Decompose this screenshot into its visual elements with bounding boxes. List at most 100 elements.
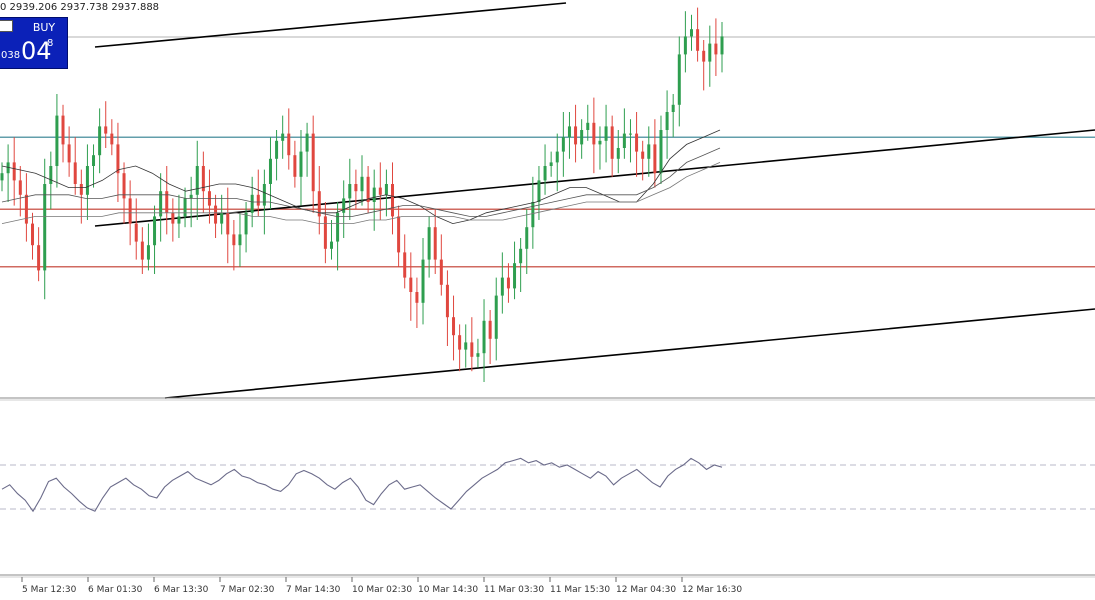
candle-body bbox=[708, 43, 712, 62]
candle-body bbox=[391, 184, 395, 217]
candle-body bbox=[360, 176, 364, 192]
candle-body bbox=[421, 259, 425, 303]
candle-body bbox=[452, 317, 456, 336]
candle-body bbox=[714, 43, 718, 55]
x-tick-label: 10 Mar 02:30 bbox=[352, 585, 413, 595]
x-tick-label: 12 Mar 16:30 bbox=[682, 585, 743, 595]
candle-body bbox=[506, 277, 510, 289]
candle-body bbox=[31, 223, 35, 246]
candle-body bbox=[610, 126, 614, 159]
candle-body bbox=[702, 50, 706, 62]
candle-body bbox=[525, 227, 529, 249]
candle-body bbox=[98, 126, 102, 156]
candle-body bbox=[519, 248, 523, 264]
candle-body bbox=[720, 36, 724, 55]
candle-body bbox=[622, 133, 626, 148]
x-tick-label: 11 Mar 15:30 bbox=[550, 585, 611, 595]
candle-body bbox=[409, 277, 413, 292]
candle-body bbox=[635, 133, 639, 152]
candle-body bbox=[354, 184, 358, 192]
candle-body bbox=[116, 144, 120, 174]
candle-body bbox=[281, 133, 285, 141]
candle-body bbox=[43, 184, 47, 271]
x-tick-label: 11 Mar 03:30 bbox=[484, 585, 545, 595]
candle-body bbox=[238, 234, 242, 246]
candle-body bbox=[226, 212, 230, 235]
chart-canvas[interactable] bbox=[0, 0, 1095, 600]
candle-body bbox=[543, 166, 547, 181]
candle-body bbox=[616, 148, 620, 159]
candle-body bbox=[268, 158, 272, 184]
candle-body bbox=[232, 234, 236, 246]
candle-body bbox=[464, 342, 468, 350]
sell-button-stub[interactable] bbox=[0, 20, 13, 32]
candle-body bbox=[79, 184, 83, 195]
one-click-trade-panel: BUY 038 04 8 bbox=[0, 17, 68, 69]
candle-body bbox=[586, 122, 590, 130]
candle-body bbox=[592, 122, 596, 145]
candle-body bbox=[427, 227, 431, 260]
candle-body bbox=[348, 184, 352, 199]
candle-body bbox=[403, 252, 407, 278]
candle-body bbox=[378, 187, 382, 195]
candle-body bbox=[67, 144, 71, 163]
candle-body bbox=[18, 180, 22, 195]
candle-body bbox=[189, 194, 193, 199]
candle-body bbox=[482, 320, 486, 354]
candle-body bbox=[470, 342, 474, 357]
candle-body bbox=[696, 29, 700, 51]
candle-body bbox=[653, 144, 657, 174]
buy-button[interactable]: BUY bbox=[23, 19, 65, 36]
candle-body bbox=[256, 194, 260, 206]
x-tick-label: 6 Mar 01:30 bbox=[88, 585, 143, 595]
candle-body bbox=[12, 162, 16, 181]
upper-channel-trendline bbox=[94, 2, 567, 48]
candle-body bbox=[336, 212, 340, 242]
candle-body bbox=[500, 277, 504, 296]
candle-body bbox=[171, 212, 175, 224]
candle-body bbox=[311, 133, 315, 192]
price-superscript: 8 bbox=[47, 38, 54, 49]
candle-body bbox=[641, 151, 645, 159]
candle-body bbox=[372, 187, 376, 202]
candle-body bbox=[445, 284, 449, 318]
candle-body bbox=[61, 115, 65, 145]
candle-body bbox=[85, 166, 89, 195]
candle-body bbox=[153, 216, 157, 246]
candle-body bbox=[598, 140, 602, 145]
candle-body bbox=[683, 36, 687, 55]
candle-body bbox=[555, 151, 559, 163]
candle-body bbox=[513, 263, 517, 289]
candle-body bbox=[561, 137, 565, 152]
candle-body bbox=[73, 162, 77, 184]
candle-body bbox=[24, 194, 28, 224]
candle-body bbox=[659, 130, 663, 174]
candle-body bbox=[494, 295, 498, 339]
candle-body bbox=[140, 241, 144, 260]
ohlc-readout: 0 2939.206 2937.738 2937.888 bbox=[0, 2, 160, 13]
x-tick-label: 10 Mar 14:30 bbox=[418, 585, 479, 595]
rsi-line bbox=[1, 457, 723, 513]
x-tick-label: 5 Mar 12:30 bbox=[22, 585, 77, 595]
candle-body bbox=[220, 212, 224, 224]
candle-body bbox=[458, 335, 462, 350]
candle-body bbox=[574, 126, 578, 145]
candle-body bbox=[110, 133, 114, 145]
candle-body bbox=[329, 241, 333, 249]
candle-body bbox=[55, 115, 59, 166]
price-panel bbox=[0, 2, 1095, 399]
candle-body bbox=[305, 133, 309, 152]
candle-body bbox=[677, 54, 681, 105]
candle-body bbox=[287, 133, 291, 156]
candle-body bbox=[628, 133, 632, 135]
candle-body bbox=[177, 216, 181, 224]
candle-body bbox=[342, 198, 346, 213]
candle-body bbox=[49, 166, 53, 184]
x-tick-label: 6 Mar 13:30 bbox=[154, 585, 209, 595]
x-tick-label: 7 Mar 14:30 bbox=[286, 585, 341, 595]
candle-body bbox=[689, 29, 693, 37]
price-prefix: 038 bbox=[1, 50, 21, 61]
candle-body bbox=[92, 155, 96, 166]
candle-body bbox=[549, 162, 553, 166]
candle-body bbox=[195, 166, 199, 195]
